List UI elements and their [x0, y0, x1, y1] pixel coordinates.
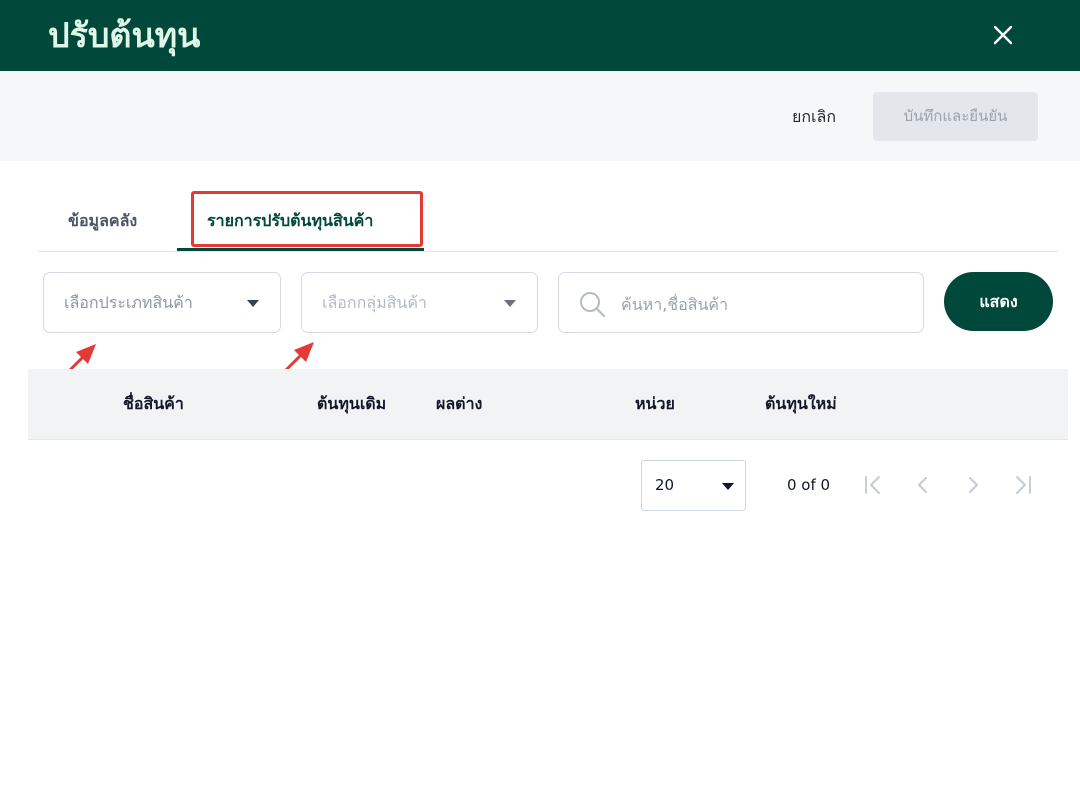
page-size-select[interactable]: 20: [641, 460, 746, 511]
product-group-select[interactable]: เลือกกลุ่มสินค้า: [301, 272, 538, 333]
first-page-icon[interactable]: [860, 472, 886, 498]
chevron-down-icon: [722, 483, 734, 490]
last-page-icon[interactable]: [1010, 472, 1036, 498]
previous-page-icon[interactable]: [910, 472, 936, 498]
save-and-confirm-button[interactable]: บันทึกและยืนยัน: [873, 92, 1038, 141]
column-product-name[interactable]: ชื่อสินค้า: [123, 369, 184, 439]
close-icon: [993, 25, 1013, 45]
tab-highlight-box: [191, 191, 423, 247]
table-header: ชื่อสินค้า ต้นทุนเดิม ผลต่าง หน่วย ต้นทุ…: [28, 369, 1068, 440]
product-type-placeholder: เลือกประเภทสินค้า: [64, 293, 193, 312]
active-tab-indicator: [177, 248, 424, 251]
chevron-down-icon: [247, 300, 259, 307]
search-field[interactable]: [558, 272, 924, 333]
pagination-range: 0 of 0: [787, 476, 831, 494]
search-icon: [580, 292, 605, 317]
column-unit[interactable]: หน่วย: [635, 369, 675, 439]
column-difference[interactable]: ผลต่าง: [436, 369, 482, 439]
product-group-placeholder: เลือกกลุ่มสินค้า: [322, 293, 427, 312]
close-button[interactable]: [986, 18, 1020, 52]
column-original-cost[interactable]: ต้นทุนเดิม: [317, 369, 386, 439]
tabs-divider: [38, 251, 1058, 252]
next-page-icon[interactable]: [960, 472, 986, 498]
show-button[interactable]: แสดง: [944, 272, 1053, 331]
product-type-select[interactable]: เลือกประเภทสินค้า: [43, 272, 281, 333]
search-input[interactable]: [619, 283, 913, 325]
column-new-cost[interactable]: ต้นทุนใหม่: [765, 369, 837, 439]
page-size-value: 20: [655, 476, 675, 494]
cancel-button[interactable]: ยกเลิก: [772, 93, 856, 141]
modal-title: ปรับต้นทุน: [48, 16, 201, 56]
tab-inventory-info[interactable]: ข้อมูลคลัง: [68, 196, 137, 246]
chevron-down-icon: [504, 300, 516, 307]
